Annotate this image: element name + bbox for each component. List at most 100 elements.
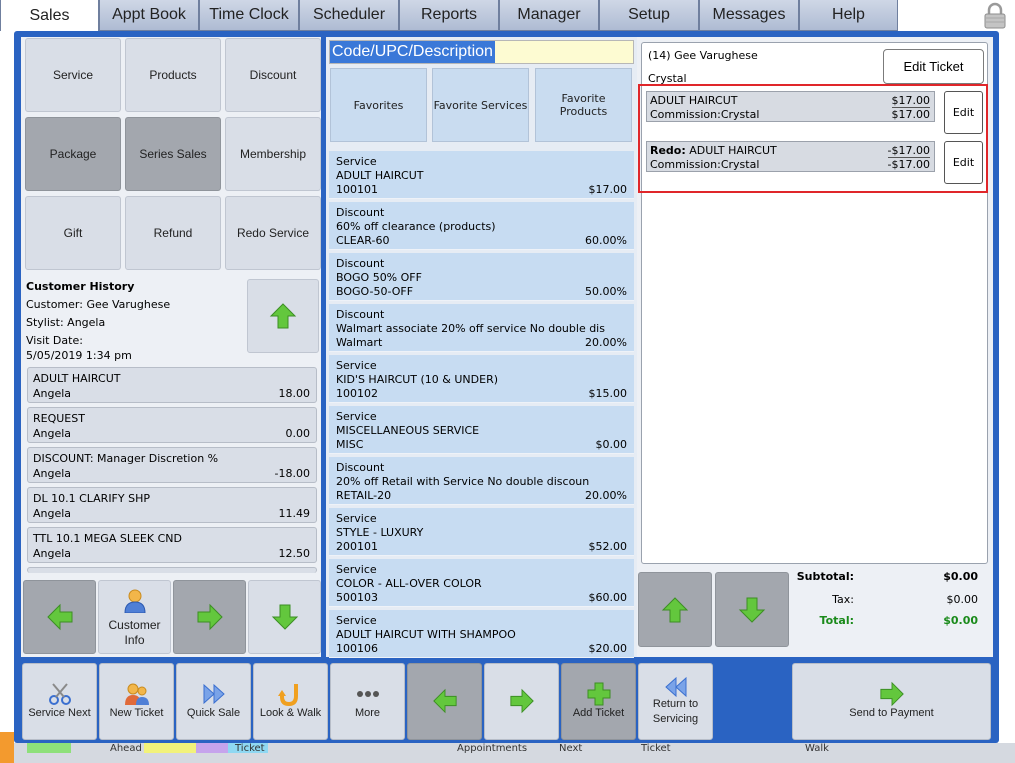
history-item-name: DL 10.1 CLARIFY SHP [33, 492, 150, 505]
history-scroll-up-button[interactable] [247, 279, 319, 353]
list-item[interactable]: Discount BOGO 50% OFF BOGO-50-OFF 50.00% [329, 253, 634, 301]
new-ticket-button[interactable]: New Ticket [99, 663, 174, 740]
item-code: 100106 [336, 642, 378, 655]
series-sales-button[interactable]: Series Sales [125, 117, 221, 191]
ticket-prev-button[interactable] [407, 663, 482, 740]
edit-line-button[interactable]: Edit [944, 141, 983, 184]
add-ticket-button[interactable]: Add Ticket [561, 663, 636, 740]
arrow-up-icon [661, 596, 689, 622]
line-commission: Commission:Crystal [650, 108, 760, 121]
history-next-button[interactable] [173, 580, 246, 654]
history-item[interactable]: DL 10.1 CLARIFY SHP Angela 11.49 [27, 487, 317, 523]
list-item[interactable]: Service MISCELLANEOUS SERVICE MISC $0.00 [329, 406, 634, 454]
gift-button[interactable]: Gift [25, 196, 121, 270]
tab-help[interactable]: Help [799, 0, 898, 31]
products-button[interactable]: Products [125, 38, 221, 112]
button-label: Redo Service [236, 226, 310, 240]
button-label: Gift [63, 226, 83, 240]
ticket-line[interactable]: ADULT HAIRCUT $17.00 Commission:Crystal … [646, 91, 935, 122]
tab-reports[interactable]: Reports [399, 0, 499, 31]
item-type: Service [336, 512, 377, 525]
history-visit-label: Visit Date: [26, 334, 83, 347]
item-price: $20.00 [588, 642, 628, 655]
item-type: Discount [336, 461, 385, 474]
list-item[interactable]: Service KID'S HAIRCUT (10 & UNDER) 100102 $… [329, 355, 634, 403]
look-and-walk-button[interactable]: Look & Walk [253, 663, 328, 740]
package-button[interactable]: Package [25, 117, 121, 191]
button-label: Edit [952, 156, 975, 169]
history-item[interactable]: REQUEST Angela 0.00 [27, 407, 317, 443]
history-prev-button[interactable] [23, 580, 96, 654]
list-item[interactable]: Service ADULT HAIRCUT WITH SHAMPOO 100106 $… [329, 610, 634, 658]
ticket-line[interactable]: Redo: ADULT HAIRCUT -$17.00 Commission:C… [646, 141, 935, 172]
membership-button[interactable]: Membership [225, 117, 321, 191]
button-label: Favorites [353, 98, 404, 112]
item-code: BOGO-50-OFF [336, 285, 414, 298]
discount-button[interactable]: Discount [225, 38, 321, 112]
quick-sale-button[interactable]: Quick Sale [176, 663, 251, 740]
redo-service-button[interactable]: Redo Service [225, 196, 321, 270]
background-color-swatch [27, 743, 71, 753]
history-item[interactable]: TTL 10.1 MEGA SLEEK CND Angela 12.50 [27, 527, 317, 563]
service-next-button[interactable]: Service Next [22, 663, 97, 740]
button-label: Series Sales [139, 147, 207, 161]
service-button[interactable]: Service [25, 38, 121, 112]
tab-sales[interactable]: Sales [0, 0, 99, 31]
list-item[interactable]: Discount 20% off Retail with Service No d… [329, 457, 634, 505]
button-label: Package [49, 147, 97, 161]
item-price: $15.00 [588, 387, 628, 400]
background-label: Walk [805, 743, 829, 754]
people-icon [124, 683, 149, 705]
button-label: Add Ticket [572, 707, 625, 719]
tab-manager[interactable]: Manager [499, 0, 599, 31]
tab-label: Help [832, 6, 865, 23]
total-label: Total: [819, 614, 854, 627]
item-name: MISCELLANEOUS SERVICE [336, 424, 480, 437]
list-item[interactable]: Service COLOR - ALL-OVER COLOR 500103 $60.0… [329, 559, 634, 607]
edit-line-button[interactable]: Edit [944, 91, 983, 134]
button-label: Edit [952, 106, 975, 119]
tax-label: Tax: [832, 593, 854, 606]
item-name: 60% off clearance (products) [336, 220, 496, 233]
tab-time-clock[interactable]: Time Clock [199, 0, 299, 31]
refund-button[interactable]: Refund [125, 196, 221, 270]
return-to-servicing-button[interactable]: Return to Servicing [638, 663, 713, 740]
send-to-payment-button[interactable]: Send to Payment [792, 663, 991, 740]
button-label: Service Next [28, 707, 91, 719]
history-item-stylist: Angela [33, 547, 72, 560]
button-label: Favorite Services [433, 98, 528, 112]
u-turn-arrow-icon [277, 684, 298, 707]
lock-icon[interactable] [982, 2, 1008, 29]
edit-ticket-button[interactable]: Edit Ticket [883, 49, 984, 84]
background-label: Next [559, 743, 583, 754]
item-code: 100102 [336, 387, 378, 400]
list-item[interactable]: Service STYLE - LUXURY 200101 $52.00 [329, 508, 634, 556]
list-item[interactable]: Discount Walmart associate 20% off servic… [329, 304, 634, 352]
tab-appt-book[interactable]: Appt Book [99, 0, 199, 31]
list-item[interactable]: Discount 60% off clearance (products) CLEA… [329, 202, 634, 250]
item-code: MISC [336, 438, 364, 451]
item-price: 20.00% [585, 489, 627, 502]
ticket-scroll-down-button[interactable] [715, 572, 789, 647]
item-price: 60.00% [585, 234, 627, 247]
tab-messages[interactable]: Messages [699, 0, 799, 31]
arrow-up-icon [269, 303, 297, 329]
search-input[interactable]: Code/UPC/Description [329, 40, 634, 64]
customer-info-button[interactable]: Customer Info [98, 580, 171, 654]
favorite-services-button[interactable]: Favorite Services [432, 68, 529, 142]
item-code: 200101 [336, 540, 378, 553]
history-item[interactable]: ADULT HAIRCUT Angela 18.00 [27, 367, 317, 403]
more-button[interactable]: More [330, 663, 405, 740]
history-item[interactable]: DISCOUNT: Manager Discretion % Angela -1… [27, 447, 317, 483]
tab-label: Time Clock [209, 6, 289, 23]
ticket-scroll-up-button[interactable] [638, 572, 712, 647]
tab-scheduler[interactable]: Scheduler [299, 0, 399, 31]
history-item-name: DISCOUNT: Manager Discretion % [33, 452, 219, 465]
favorite-products-button[interactable]: Favorite Products [535, 68, 632, 142]
tab-setup[interactable]: Setup [599, 0, 699, 31]
history-scroll-down-button[interactable] [248, 580, 321, 654]
ticket-next-button[interactable] [484, 663, 559, 740]
history-customer: Customer: Gee Varughese [26, 298, 171, 311]
list-item[interactable]: Service ADULT HAIRCUT 100101 $17.00 [329, 151, 634, 199]
favorites-button[interactable]: Favorites [330, 68, 427, 142]
